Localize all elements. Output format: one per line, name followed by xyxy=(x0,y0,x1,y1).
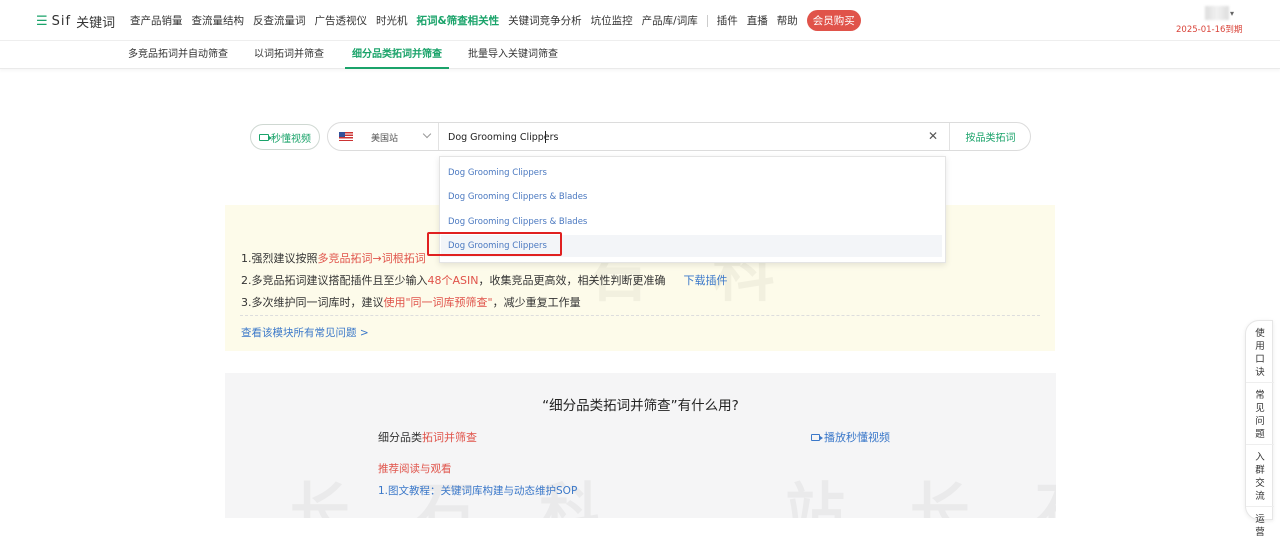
nav-item-product-library[interactable]: 产品库/词库 xyxy=(642,13,698,28)
search-bar: 美国站 ✕ 按品类拓词 xyxy=(327,122,1031,151)
tab-category-expand[interactable]: 细分品类拓词并筛查 xyxy=(345,41,449,69)
tip-3-text: 3.多次维护同一词库时，建议 xyxy=(241,296,384,309)
tip-line-2: 2.多竞品拓词建议搭配插件且至少输入48个ASIN，收集竞品更高效，相关性判断更… xyxy=(241,272,727,288)
float-item-label: 常见问题 xyxy=(1255,390,1265,440)
float-item-label: 使用口诀 xyxy=(1255,328,1265,378)
play-video-link[interactable]: 播放秒懂视频 xyxy=(811,429,890,445)
sub-navbar: 多竞品拓词并自动筛查 以词拓词并筛查 细分品类拓词并筛查 批量导入关键词筛查 xyxy=(0,41,1280,69)
app-logo[interactable]: ☰ Sif 关键词 xyxy=(36,12,115,31)
user-avatar[interactable] xyxy=(1185,6,1235,20)
clear-icon[interactable]: ✕ xyxy=(928,129,938,143)
info-sub-highlight: 拓词并筛查 xyxy=(422,431,477,444)
nav-item-product-sales[interactable]: 查产品销量 xyxy=(130,13,183,28)
video-camera-icon xyxy=(259,133,272,141)
logo-text: Sif xyxy=(51,14,72,29)
text-caret xyxy=(545,131,546,143)
nav-item-ad-insight[interactable]: 广告透视仪 xyxy=(315,13,368,28)
us-flag-icon xyxy=(339,132,353,141)
logo-suffix: 关键词 xyxy=(76,16,116,31)
site-select[interactable]: 美国站 xyxy=(328,123,439,150)
annotation-highlight-box xyxy=(427,232,562,256)
download-plugin-link[interactable]: 下载插件 xyxy=(683,274,727,287)
recommend-heading: 推荐阅读与观看 xyxy=(378,463,452,475)
info-panel: 站 长 石 科 站 长 石 科 “细分品类拓词并筛查”有什么用? 细分品类拓词并… xyxy=(225,373,1056,518)
main-nav: 查产品销量 查流量结构 反查流量词 广告透视仪 时光机 拓词&筛查相关性 关键词… xyxy=(130,0,861,41)
nav-divider xyxy=(706,14,708,27)
suggestion-item[interactable]: Dog Grooming Clippers xyxy=(441,162,942,184)
info-title: “细分品类拓词并筛查”有什么用? xyxy=(542,398,739,414)
video-camera-icon xyxy=(811,433,823,441)
quick-video-button[interactable]: 秒懂视频 xyxy=(250,124,320,150)
nav-item-help[interactable]: 帮助 xyxy=(777,13,798,28)
float-item-ops[interactable]: 运营 xyxy=(1246,506,1274,539)
tip-3-highlight: 使用"同一词库预筛查" xyxy=(383,296,493,309)
play-video-label: 播放秒懂视频 xyxy=(824,431,890,444)
float-item-join-group[interactable]: 入群交流 xyxy=(1246,444,1274,503)
suggestion-item[interactable]: Dog Grooming Clippers & Blades xyxy=(441,186,942,208)
quick-video-label: 秒懂视频 xyxy=(271,133,311,145)
float-item-label: 入群交流 xyxy=(1255,452,1265,502)
float-item-tips[interactable]: 使用口诀 xyxy=(1246,321,1274,379)
info-subtitle: 细分品类拓词并筛查 xyxy=(378,429,477,445)
nav-item-keyword-competition[interactable]: 关键词竞争分析 xyxy=(508,13,582,28)
tip-2-suffix: ，收集竞品更高效，相关性判断更准确 xyxy=(478,274,666,287)
site-label: 美国站 xyxy=(371,134,399,144)
tab-batch-import[interactable]: 批量导入关键词筛查 xyxy=(468,41,558,69)
tutorial-link[interactable]: 1.图文教程：关键词库构建与动态维护SOP xyxy=(378,483,577,498)
tips-divider xyxy=(240,315,1040,316)
tab-multi-competitor[interactable]: 多竞品拓词并自动筛查 xyxy=(128,41,228,69)
tab-word-expand[interactable]: 以词拓词并筛查 xyxy=(254,41,324,69)
avatar-image xyxy=(1205,6,1229,20)
float-item-label: 运营 xyxy=(1255,514,1265,538)
tip-line-1: 1.强烈建议按照多竞品拓词→词根拓词 xyxy=(241,250,426,266)
nav-item-slot-monitor[interactable]: 坑位监控 xyxy=(591,13,633,28)
info-sub-text: 细分品类 xyxy=(378,431,422,444)
top-navbar: ☰ Sif 关键词 查产品销量 查流量结构 反查流量词 广告透视仪 时光机 拓词… xyxy=(0,0,1280,41)
nav-item-traffic-structure[interactable]: 查流量结构 xyxy=(192,13,245,28)
faq-link[interactable]: 查看该模块所有常见问题 > xyxy=(241,325,369,340)
tip-2-text: 2.多竞品拓词建议搭配插件且至少输入 xyxy=(241,274,428,287)
nav-item-reverse-traffic-words[interactable]: 反查流量词 xyxy=(253,13,306,28)
tip-line-3: 3.多次维护同一词库时，建议使用"同一词库预筛查"，减少重复工作量 xyxy=(241,294,581,310)
suggestion-item[interactable]: Dog Grooming Clippers & Blades xyxy=(441,211,942,233)
nav-item-live[interactable]: 直播 xyxy=(747,13,768,28)
account-dropdown-icon[interactable]: ▾ xyxy=(1230,9,1234,18)
chevron-down-icon xyxy=(422,129,432,139)
tip-3-suffix: ，减少重复工作量 xyxy=(492,296,581,309)
tip-2-highlight: 48个ASIN xyxy=(427,274,479,287)
membership-expiry: 2025-01-16到期 xyxy=(1176,25,1243,35)
nav-item-plugin[interactable]: 插件 xyxy=(717,13,738,28)
nav-item-time-machine[interactable]: 时光机 xyxy=(376,13,408,28)
search-input[interactable] xyxy=(448,128,908,146)
category-expand-button[interactable]: 按品类拓词 xyxy=(949,123,1031,150)
tip-1-text: 1.强烈建议按照 xyxy=(241,252,318,265)
watermark: 站 长 石 科 xyxy=(785,463,1056,518)
menu-lines-icon: ☰ xyxy=(36,14,48,29)
vip-purchase-button[interactable]: 会员购买 xyxy=(806,10,861,31)
nav-item-expand-words[interactable]: 拓词&筛查相关性 xyxy=(417,13,500,28)
floating-sidebar: 使用口诀 常见问题 入群交流 运营 xyxy=(1245,320,1274,538)
float-item-faq[interactable]: 常见问题 xyxy=(1246,382,1274,441)
tip-1-highlight: 多竞品拓词→词根拓词 xyxy=(317,252,426,265)
